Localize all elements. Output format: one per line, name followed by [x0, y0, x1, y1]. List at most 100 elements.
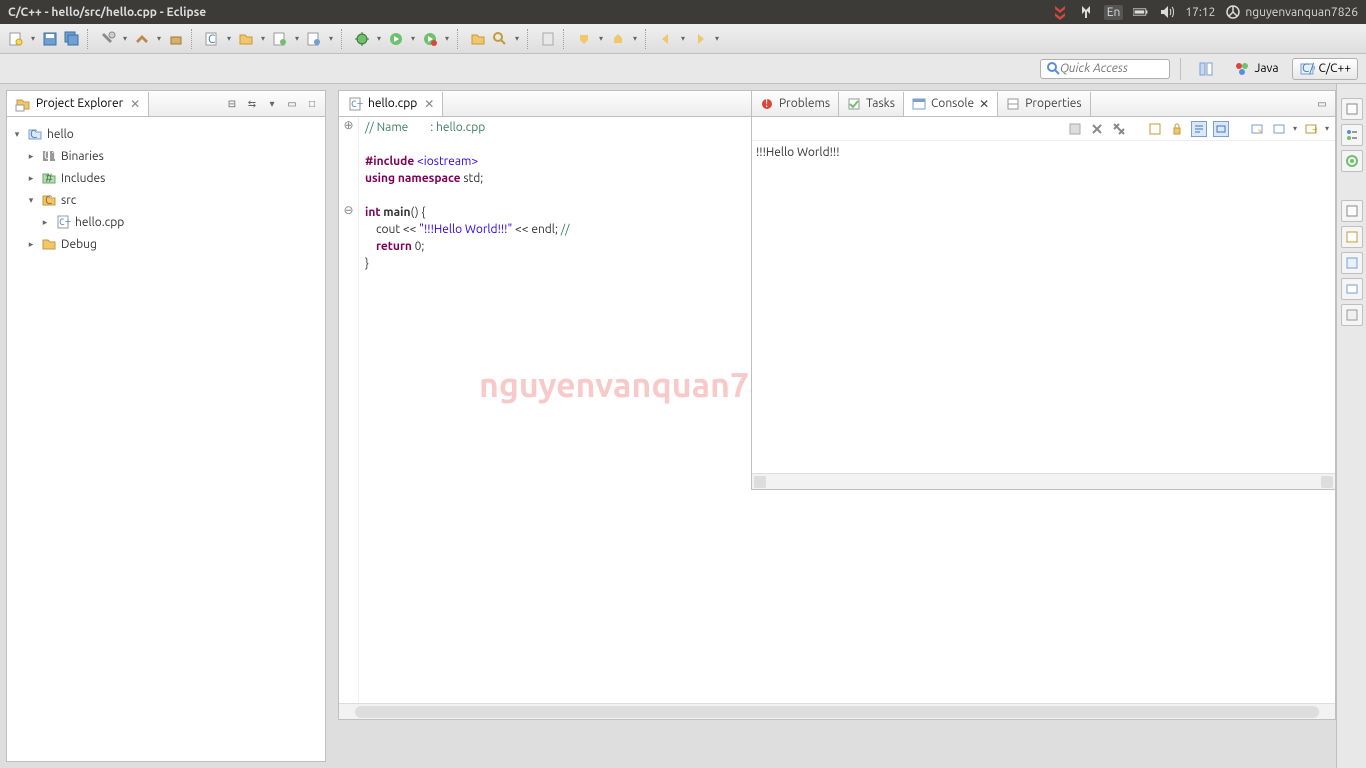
- new-button[interactable]: [6, 29, 26, 49]
- toggle-mark-button[interactable]: [538, 29, 558, 49]
- project-explorer-view: Project Explorer ✕ ⊟ ⇆ ▾ ▭ □ ▾Chello ▸01…: [6, 90, 326, 762]
- close-icon[interactable]: ✕: [979, 97, 989, 111]
- right-trim: [1336, 84, 1366, 768]
- restore-icon[interactable]: [1341, 200, 1363, 222]
- console-scrollbar[interactable]: [752, 473, 1335, 489]
- perspective-ccpp[interactable]: C/C C/C++: [1292, 58, 1358, 80]
- build-targets-icon[interactable]: [1341, 252, 1363, 274]
- clock[interactable]: 17:12: [1185, 6, 1215, 19]
- close-icon[interactable]: ✕: [130, 97, 140, 111]
- build-button[interactable]: [98, 29, 118, 49]
- console-output[interactable]: !!!Hello World!!!: [752, 141, 1335, 473]
- maximize-button[interactable]: □: [305, 97, 319, 111]
- app-indicator-icon[interactable]: [1052, 4, 1068, 20]
- new-console-button[interactable]: +: [1303, 121, 1319, 137]
- tab-console[interactable]: Console ✕: [904, 92, 998, 116]
- main-area: Project Explorer ✕ ⊟ ⇆ ▾ ▭ □ ▾Chello ▸01…: [0, 84, 1366, 768]
- forward-button[interactable]: [690, 29, 710, 49]
- search-button[interactable]: [490, 29, 510, 49]
- battery-icon[interactable]: [1133, 4, 1149, 20]
- open-console-button[interactable]: [1271, 121, 1287, 137]
- window-title: C/C++ - hello/src/hello.cpp - Eclipse: [8, 6, 206, 19]
- debug-button[interactable]: [352, 29, 372, 49]
- new-c-class-button[interactable]: C: [202, 29, 222, 49]
- tree-src[interactable]: ▾Csrc: [11, 189, 321, 211]
- ccpp-icon: C/C: [1299, 61, 1315, 77]
- collapse-all-button[interactable]: ⊟: [225, 97, 239, 111]
- terminate-button[interactable]: [1067, 121, 1083, 137]
- link-editor-button[interactable]: ⇆: [245, 97, 259, 111]
- svg-text:!: !: [765, 97, 768, 110]
- svg-text:01: 01: [44, 149, 57, 162]
- binaries-icon: 01: [41, 148, 57, 164]
- display-selected-button[interactable]: [1249, 121, 1265, 137]
- new-folder-button[interactable]: [236, 29, 256, 49]
- outline-icon[interactable]: [1341, 124, 1363, 146]
- problems-icon: !: [760, 97, 774, 111]
- new-header-button[interactable]: [304, 29, 324, 49]
- build-all-button[interactable]: [132, 29, 152, 49]
- word-wrap-button[interactable]: [1191, 121, 1207, 137]
- project-explorer-tab[interactable]: Project Explorer ✕: [7, 92, 149, 116]
- run-last-button[interactable]: [420, 29, 440, 49]
- svg-text:c+: c+: [351, 97, 363, 110]
- build-dropdown[interactable]: ▾: [120, 34, 130, 43]
- search-icon: [1047, 62, 1060, 76]
- quick-access-input[interactable]: [1040, 59, 1170, 79]
- horizontal-scrollbar[interactable]: [339, 703, 1335, 719]
- clear-console-button[interactable]: [1147, 121, 1163, 137]
- perspective-bar: Java C/C C/C++: [0, 54, 1366, 84]
- scroll-lock-button[interactable]: [1169, 121, 1185, 137]
- run-button[interactable]: [386, 29, 406, 49]
- templates-icon[interactable]: [1341, 304, 1363, 326]
- main-toolbar: ▾ ▾ ▾ C▾ ▾ ▾ ▾ ▾ ▾ ▾ ▾ ▾ ▾ ▾ ▾: [0, 24, 1366, 54]
- svg-text:c+: c+: [59, 215, 71, 228]
- close-icon[interactable]: ✕: [424, 97, 434, 111]
- cpp-file-icon: c+: [347, 96, 363, 112]
- svg-text:C: C: [30, 128, 38, 141]
- history-icon[interactable]: [1341, 278, 1363, 300]
- tree-file-hello[interactable]: ▸c+hello.cpp: [11, 211, 321, 233]
- project-tree: ▾Chello ▸01Binaries ▸#Includes ▾Csrc ▸c+…: [7, 117, 325, 261]
- save-button[interactable]: [40, 29, 60, 49]
- tab-properties[interactable]: Properties: [998, 92, 1090, 116]
- remove-launch-button[interactable]: [1089, 121, 1105, 137]
- save-all-button[interactable]: [62, 29, 82, 49]
- pin-console-button[interactable]: [1213, 121, 1229, 137]
- includes-icon: #: [41, 170, 57, 186]
- minimize-button[interactable]: ▭: [285, 97, 299, 111]
- build-project-button[interactable]: [166, 29, 186, 49]
- tree-debug[interactable]: ▸Debug: [11, 233, 321, 255]
- perspective-java[interactable]: Java: [1227, 58, 1285, 80]
- keyboard-indicator[interactable]: En: [1104, 5, 1124, 20]
- next-annotation-button[interactable]: [574, 29, 594, 49]
- open-perspective-button[interactable]: [1191, 58, 1221, 80]
- tree-project[interactable]: ▾Chello: [11, 123, 321, 145]
- remove-all-button[interactable]: [1111, 121, 1127, 137]
- restore-icon[interactable]: [1341, 98, 1363, 120]
- console-toolbar: ▾ +▾: [752, 117, 1335, 141]
- volume-icon[interactable]: [1159, 4, 1175, 20]
- make-target-icon[interactable]: [1341, 150, 1363, 172]
- back-button[interactable]: [656, 29, 676, 49]
- minimize-button[interactable]: ▭: [1315, 97, 1329, 111]
- editor-tab-hello[interactable]: c+ hello.cpp ✕: [339, 92, 443, 116]
- cpp-file-icon: c+: [55, 214, 71, 230]
- new-source-button[interactable]: [270, 29, 290, 49]
- session-menu[interactable]: nguyenvanquan7826: [1225, 4, 1358, 20]
- console-icon: [912, 97, 926, 111]
- tree-binaries[interactable]: ▸01Binaries: [11, 145, 321, 167]
- tasks-icon: [847, 97, 861, 111]
- editor-gutter: ⊕ ⊖: [339, 117, 359, 703]
- svg-text:+: +: [1312, 123, 1317, 135]
- tab-problems[interactable]: ! Problems: [752, 92, 839, 116]
- network-icon[interactable]: [1078, 4, 1094, 20]
- open-type-button[interactable]: [468, 29, 488, 49]
- view-menu-button[interactable]: ▾: [265, 97, 279, 111]
- task-list-icon[interactable]: [1341, 226, 1363, 248]
- new-dropdown[interactable]: ▾: [28, 34, 38, 43]
- prev-annotation-button[interactable]: [608, 29, 628, 49]
- explorer-icon: [15, 96, 31, 112]
- tree-includes[interactable]: ▸#Includes: [11, 167, 321, 189]
- tab-tasks[interactable]: Tasks: [839, 92, 904, 116]
